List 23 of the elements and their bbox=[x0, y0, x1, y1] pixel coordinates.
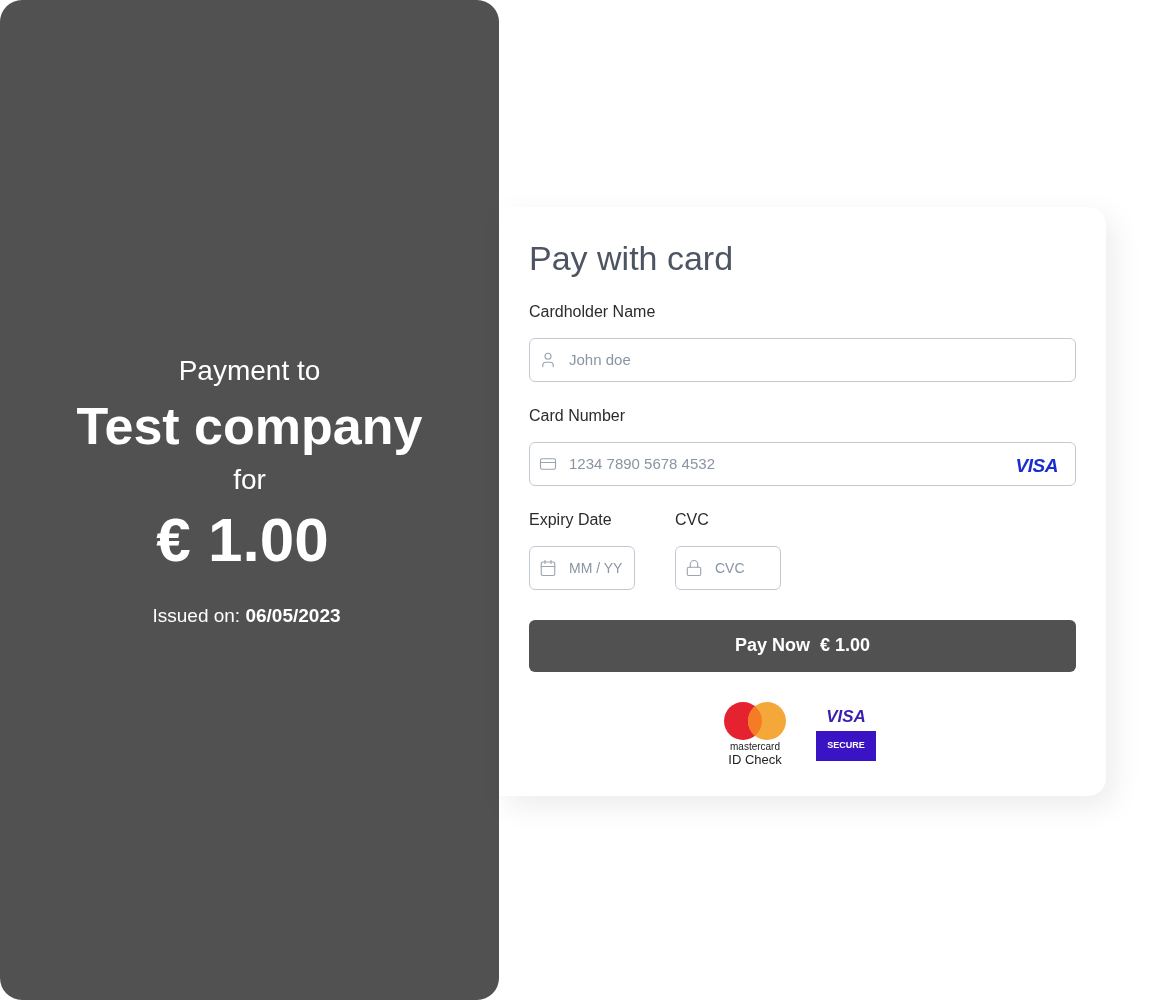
mastercard-wordmark: mastercard bbox=[730, 741, 780, 752]
lock-icon bbox=[685, 558, 703, 577]
secure-badge: SECURE bbox=[816, 730, 876, 761]
id-check-caption: ID Check bbox=[728, 751, 782, 768]
amount: € 1.00 bbox=[156, 503, 329, 576]
calendar-icon bbox=[539, 558, 557, 577]
field-label: Expiry Date bbox=[529, 509, 613, 530]
field-label: CVC bbox=[675, 509, 710, 530]
field-label: Card Number bbox=[529, 405, 627, 426]
company-name: Test company bbox=[76, 395, 423, 457]
payment-intro: Payment to bbox=[178, 353, 321, 388]
visa-logo: VISA bbox=[1015, 453, 1058, 478]
visa-wordmark: VISA bbox=[826, 705, 866, 727]
issued-date: Issued on: 06/05/2023 bbox=[152, 604, 341, 628]
input-field[interactable]: MM / YY bbox=[529, 545, 635, 590]
input-field[interactable]: CVC bbox=[675, 545, 781, 590]
person-icon bbox=[539, 350, 557, 369]
form-title: Pay with card bbox=[529, 238, 735, 279]
pay-now-button[interactable]: Pay Now € 1.00 bbox=[529, 619, 1076, 672]
input-field[interactable]: John doe bbox=[529, 337, 1076, 382]
connector-text: for bbox=[233, 462, 266, 497]
mastercard-circles-icon bbox=[724, 701, 786, 740]
field-label: Cardholder Name bbox=[529, 301, 657, 322]
